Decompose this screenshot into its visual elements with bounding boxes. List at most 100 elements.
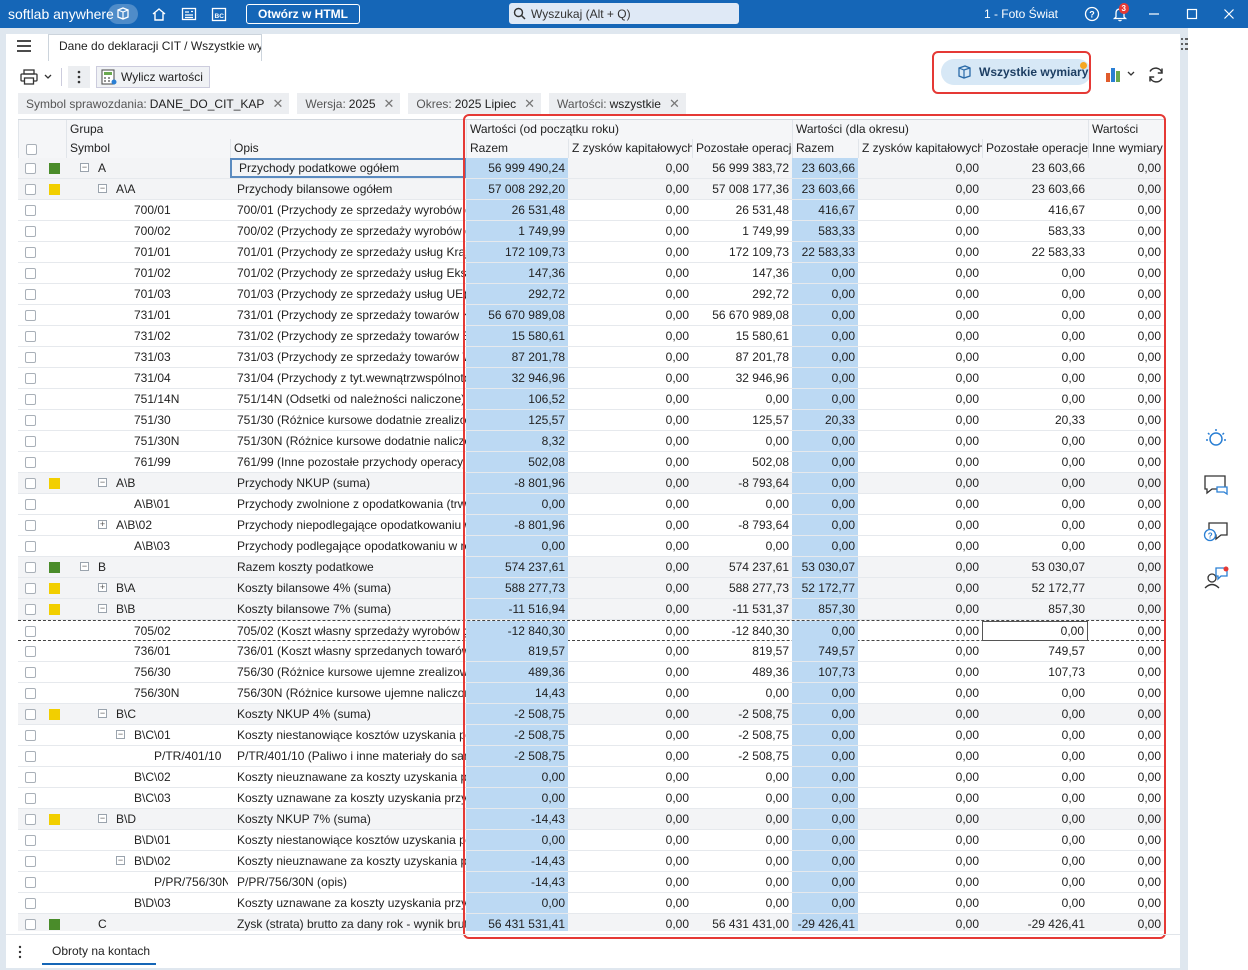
table-row[interactable]: 761/99 761/99 (Inne pozostałe przychody o… <box>18 452 1164 473</box>
close-icon[interactable]: ✕ <box>524 96 535 112</box>
table-row[interactable]: − B\C Koszty NKUP 4% (suma) -2 508,75 0,00 -2… <box>18 704 1164 725</box>
table-row[interactable]: 736/01 736/01 (Koszt własny sprzedanych t… <box>18 641 1164 662</box>
table-row[interactable]: 751/30 751/30 (Różnice kursowe dodatnie z… <box>18 410 1164 431</box>
table-row[interactable]: 751/30N 751/30N (Różnice kursowe dodatnie… <box>18 431 1164 452</box>
table-row[interactable]: − B\D\02 Koszty nieuznawane za koszty uzys… <box>18 851 1164 872</box>
row-checkbox[interactable] <box>25 226 36 237</box>
more-options-button[interactable] <box>68 66 90 88</box>
bc-icon[interactable]: BC <box>204 3 234 25</box>
table-row[interactable]: P/TR/401/10 P/TR/401/10 (Paliwo i inne ma… <box>18 746 1164 767</box>
table-row[interactable]: − B Razem koszty podatkowe 574 237,61 0,00 57… <box>18 557 1164 578</box>
row-checkbox[interactable] <box>25 352 36 363</box>
table-row[interactable]: − B\B Koszty bilansowe 7% (suma) -11 516,94… <box>18 599 1164 620</box>
row-checkbox[interactable] <box>25 562 36 573</box>
collapse-icon[interactable]: − <box>98 709 107 718</box>
header-other-dims[interactable]: Inne wymiary <box>1088 139 1164 158</box>
collapse-icon[interactable]: − <box>98 184 107 193</box>
row-checkbox[interactable] <box>25 289 36 300</box>
header-period-capital[interactable]: Z zysków kapitałowych <box>858 139 982 158</box>
kebab-icon[interactable] <box>18 945 22 959</box>
row-checkbox[interactable] <box>25 499 36 510</box>
table-row[interactable]: 731/03 731/03 (Przychody ze sprzedaży tow… <box>18 347 1164 368</box>
home-icon[interactable] <box>144 3 174 25</box>
table-row[interactable]: 701/03 701/03 (Przychody ze sprzedaży usł… <box>18 284 1164 305</box>
row-checkbox[interactable] <box>25 898 36 909</box>
expand-icon[interactable]: + <box>98 583 107 592</box>
row-checkbox[interactable] <box>25 688 36 699</box>
row-checkbox[interactable] <box>25 247 36 258</box>
refresh-button[interactable] <box>1146 65 1166 88</box>
table-row[interactable]: B\D\01 Koszty niestanowiące kosztów uzysk… <box>18 830 1164 851</box>
table-row[interactable]: 756/30 756/30 (Różnice kursowe ujemne zre… <box>18 662 1164 683</box>
table-row[interactable]: 731/04 731/04 (Przychody z tyt.wewnątrzws… <box>18 368 1164 389</box>
header-period-other[interactable]: Pozostałe operacje <box>982 139 1088 158</box>
table-row[interactable]: 751/14N 751/14N (Odsetki od należności na… <box>18 389 1164 410</box>
table-row[interactable]: − B\C\01 Koszty niestanowiące kosztów uzys… <box>18 725 1164 746</box>
close-icon[interactable] <box>1210 0 1248 28</box>
row-checkbox[interactable] <box>25 667 36 678</box>
row-checkbox[interactable] <box>25 919 36 930</box>
search-input[interactable]: Wyszukaj (Alt + Q) <box>509 3 739 24</box>
table-row[interactable]: − A\A Przychody bilansowe ogółem 57 008 292… <box>18 179 1164 200</box>
row-checkbox[interactable] <box>25 457 36 468</box>
row-checkbox[interactable] <box>25 331 36 342</box>
collapse-icon[interactable]: − <box>80 562 89 571</box>
row-checkbox[interactable] <box>25 604 36 615</box>
collapse-icon[interactable]: − <box>98 478 107 487</box>
news-icon[interactable] <box>174 3 204 25</box>
row-checkbox[interactable] <box>25 394 36 405</box>
row-checkbox[interactable] <box>25 541 36 552</box>
filter-chip[interactable]: Symbol sprawozdania: DANE_DO_CIT_KAP ✕ <box>18 93 290 114</box>
header-symbol[interactable]: Symbol <box>66 139 230 158</box>
menu-icon[interactable] <box>16 39 32 53</box>
table-row[interactable]: C Zysk (strata) brutto za dany rok - wyni… <box>18 914 1164 931</box>
header-opis[interactable]: Opis <box>230 139 466 158</box>
row-checkbox[interactable] <box>25 730 36 741</box>
row-checkbox[interactable] <box>25 646 36 657</box>
chat-icon[interactable] <box>1202 471 1230 499</box>
row-checkbox[interactable] <box>25 373 36 384</box>
table-row[interactable]: P/PR/756/30N P/PR/756/30N (opis) -14,43 0,0… <box>18 872 1164 893</box>
calculate-values-button[interactable]: Wylicz wartości <box>96 66 210 88</box>
support-icon[interactable] <box>1202 564 1230 592</box>
table-row[interactable]: − A\B Przychody NKUP (suma) -8 801,96 0,00 -8… <box>18 473 1164 494</box>
table-row[interactable]: B\C\03 Koszty uznawane za koszty uzyskani… <box>18 788 1164 809</box>
row-checkbox[interactable] <box>25 814 36 825</box>
expand-icon[interactable]: + <box>98 520 107 529</box>
header-ytd-capital[interactable]: Z zysków kapitałowych <box>568 139 692 158</box>
row-checkbox[interactable] <box>25 793 36 804</box>
modules-icon[interactable] <box>108 4 138 24</box>
table-row[interactable]: 756/30N 756/30N (Różnice kursowe ujemne n… <box>18 683 1164 704</box>
table-row[interactable]: + B\A Koszty bilansowe 4% (suma) 588 277,73… <box>18 578 1164 599</box>
table-row[interactable]: 705/02 705/02 (Koszt własny sprzedaży wyr… <box>18 620 1164 641</box>
table-row[interactable]: − B\D Koszty NKUP 7% (suma) -14,43 0,00 0,00 0… <box>18 809 1164 830</box>
row-checkbox[interactable] <box>25 835 36 846</box>
collapse-icon[interactable]: − <box>80 163 89 172</box>
header-select-all[interactable] <box>18 139 66 158</box>
table-row[interactable]: 701/01 701/01 (Przychody ze sprzedaży usł… <box>18 242 1164 263</box>
row-checkbox[interactable] <box>25 520 36 531</box>
all-dimensions-button[interactable]: Wszystkie wymiary <box>941 59 1091 85</box>
header-period-razem[interactable]: Razem <box>792 139 858 158</box>
header-ytd-other[interactable]: Pozostałe operacje <box>692 139 792 158</box>
table-row[interactable]: 700/02 700/02 (Przychody ze sprzedaży wyr… <box>18 221 1164 242</box>
table-row[interactable]: B\D\03 Koszty uznawane za koszty uzyskani… <box>18 893 1164 914</box>
filter-chip[interactable]: Wartości: wszystkie ✕ <box>549 93 686 114</box>
collapse-icon[interactable]: − <box>98 814 107 823</box>
ideas-icon[interactable] <box>1202 424 1230 452</box>
row-checkbox[interactable] <box>25 751 36 762</box>
row-checkbox[interactable] <box>25 856 36 867</box>
row-checkbox[interactable] <box>25 184 36 195</box>
row-checkbox[interactable] <box>25 415 36 426</box>
tab-document[interactable]: Dane do deklaracji CIT / Wszystkie wy <box>48 34 262 61</box>
row-checkbox[interactable] <box>25 772 36 783</box>
help-icon[interactable]: ? <box>1078 0 1106 28</box>
table-row[interactable]: 731/02 731/02 (Przychody ze sprzedaży tow… <box>18 326 1164 347</box>
table-row[interactable]: A\B\01 Przychody zwolnione z opodatkowani… <box>18 494 1164 515</box>
tab-account-turnover[interactable]: Obroty na kontach <box>42 941 156 965</box>
table-row[interactable]: 731/01 731/01 (Przychody ze sprzedaży tow… <box>18 305 1164 326</box>
row-checkbox[interactable] <box>25 626 36 637</box>
cell-period-other[interactable]: 0,00 <box>982 621 1088 641</box>
table-row[interactable]: B\C\02 Koszty nieuznawane za koszty uzysk… <box>18 767 1164 788</box>
row-checkbox[interactable] <box>25 436 36 447</box>
